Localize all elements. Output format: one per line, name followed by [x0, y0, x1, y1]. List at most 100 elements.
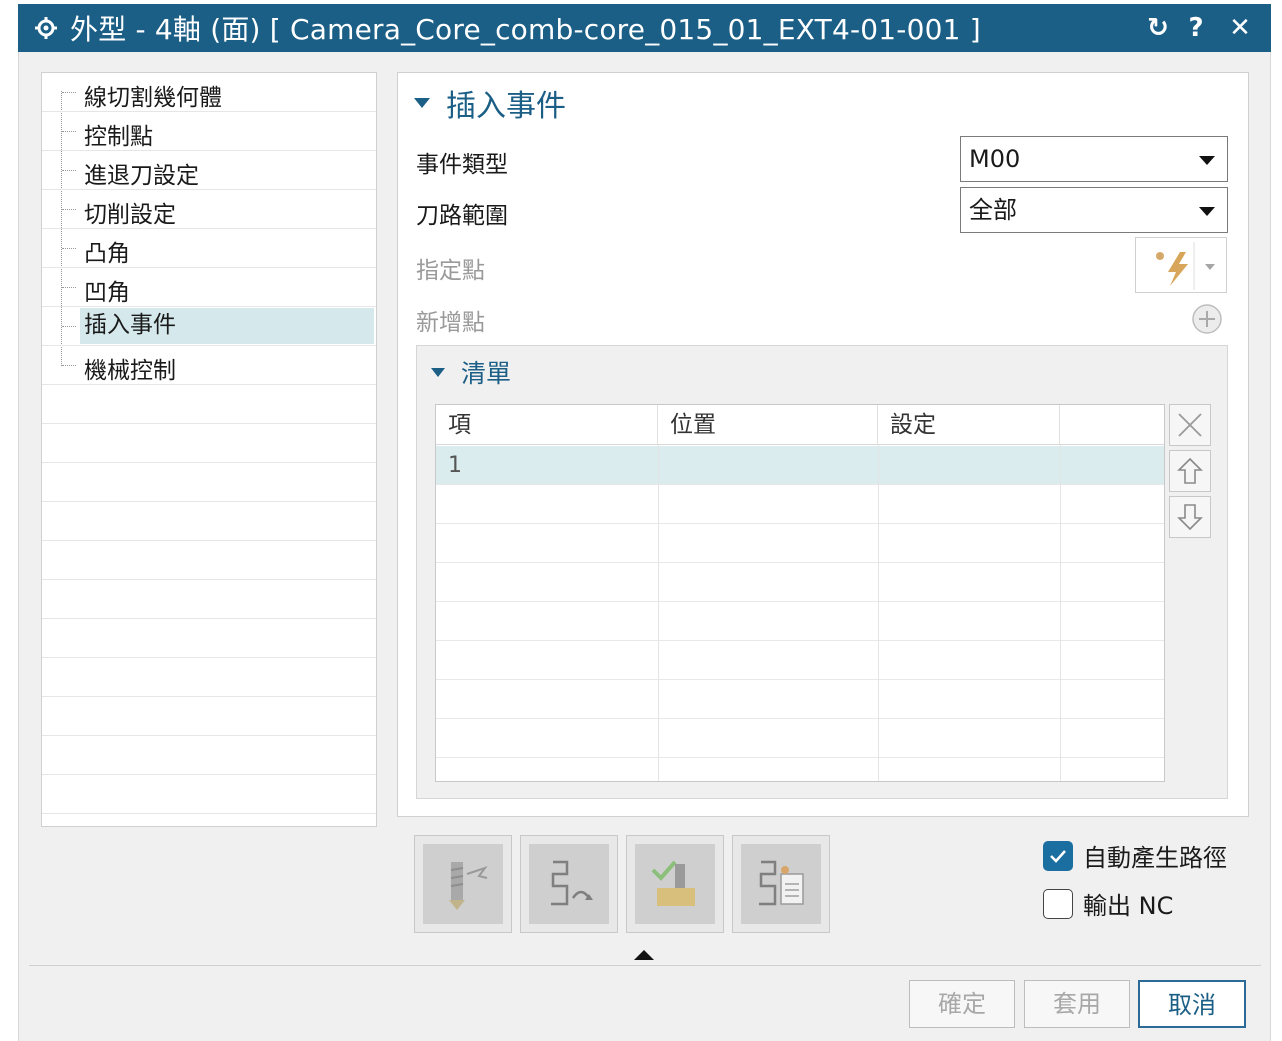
- list-group: 清單 項 位置 設定 1: [416, 345, 1228, 799]
- close-button[interactable]: ✕: [1220, 4, 1260, 52]
- add-point-button[interactable]: [1187, 299, 1227, 339]
- tree-connector: [62, 365, 76, 366]
- title-bar: 外型 - 4軸 (面) [ Camera_Core_comb-core_015_…: [18, 4, 1271, 52]
- insert-event-section-toggle[interactable]: 插入事件: [414, 81, 566, 125]
- tree-item-insert-event[interactable]: 插入事件: [42, 307, 376, 346]
- tree-item-convex-corner[interactable]: 凸角: [42, 229, 376, 268]
- path-range-value: 全部: [969, 196, 1017, 224]
- tree-item-label: 控制點: [84, 124, 153, 150]
- column-header-position[interactable]: 位置: [658, 405, 878, 445]
- output-nc-checkbox[interactable]: 輸出 NC: [1043, 886, 1173, 921]
- column-header-item[interactable]: 項: [436, 405, 658, 445]
- tree-item-label: 插入事件: [80, 308, 374, 344]
- tree-connector: [62, 209, 76, 210]
- event-type-select[interactable]: M00: [960, 136, 1228, 182]
- table-empty-row: [436, 563, 1164, 602]
- tree-connector: [62, 326, 76, 327]
- footer-divider: [29, 965, 1261, 966]
- table-empty-row: [436, 680, 1164, 719]
- plus-circle-icon: [1192, 304, 1222, 334]
- tree-item-label: 凸角: [84, 241, 130, 267]
- tree-empty-row: [42, 658, 376, 697]
- arrow-up-icon: [1177, 457, 1203, 484]
- help-button[interactable]: ?: [1176, 4, 1216, 52]
- tree-connector: [62, 248, 76, 249]
- insert-event-heading: 插入事件: [446, 89, 566, 124]
- tree-empty-row: [42, 541, 376, 580]
- expand-arrow-icon[interactable]: [634, 949, 654, 961]
- post-process-document-icon: [759, 860, 804, 906]
- table-empty-row: [436, 758, 1164, 781]
- navigation-tree: 線切割幾何體 控制點 進退刀設定 切削設定 凸角 凹角 插入事件 機械控制: [41, 72, 377, 827]
- move-up-button[interactable]: [1169, 450, 1211, 492]
- apply-button[interactable]: 套用: [1024, 980, 1130, 1028]
- column-divider: [878, 445, 879, 781]
- column-header-extra: [1060, 405, 1164, 445]
- tree-empty-row: [42, 424, 376, 463]
- cancel-button[interactable]: 取消: [1138, 980, 1246, 1028]
- post-process-button[interactable]: [732, 835, 830, 933]
- window-title: 外型 - 4軸 (面) [ Camera_Core_comb-core_015_…: [70, 13, 981, 46]
- tree-item-label: 機械控制: [84, 358, 176, 384]
- tree-item-label: 進退刀設定: [84, 163, 199, 189]
- reset-icon: ↻: [1147, 13, 1169, 43]
- tree-item-label: 切削設定: [84, 202, 176, 228]
- column-header-settings[interactable]: 設定: [878, 405, 1060, 445]
- table-empty-row: [436, 485, 1164, 524]
- add-point-label: 新增點: [416, 310, 485, 336]
- tree-empty-row: [42, 697, 376, 736]
- generate-toolpath-button[interactable]: [414, 835, 512, 933]
- list-heading: 清單: [461, 359, 512, 388]
- tree-item-wire-cut-geometry[interactable]: 線切割幾何體: [42, 73, 376, 112]
- verify-button[interactable]: [626, 835, 724, 933]
- table-empty-row: [436, 602, 1164, 641]
- point-dialog-button[interactable]: [1135, 237, 1227, 293]
- delete-row-button[interactable]: [1169, 404, 1211, 446]
- event-list-table[interactable]: 項 位置 設定 1: [435, 404, 1165, 782]
- column-divider: [658, 445, 659, 781]
- replay-path-icon: [551, 860, 593, 906]
- table-row[interactable]: 1: [436, 446, 1164, 485]
- point-lightning-icon: [1156, 242, 1215, 290]
- event-type-label: 事件類型: [416, 152, 508, 178]
- tree-connector: [62, 92, 76, 93]
- list-section-toggle[interactable]: 清單: [431, 354, 511, 390]
- dropdown-caret-icon: [1199, 207, 1215, 216]
- tree-item-control-points[interactable]: 控制點: [42, 112, 376, 151]
- ok-button[interactable]: 確定: [909, 980, 1015, 1028]
- gear-icon: [35, 17, 57, 39]
- tree-empty-row: [42, 736, 376, 775]
- replay-button[interactable]: [520, 835, 618, 933]
- specify-point-label: 指定點: [416, 258, 485, 284]
- tree-empty-row: [42, 580, 376, 619]
- verify-check-icon: [651, 860, 695, 906]
- tree-empty-row: [42, 502, 376, 541]
- checkbox-checked-icon: [1043, 840, 1073, 871]
- path-range-select[interactable]: 全部: [960, 187, 1228, 233]
- checkbox-unchecked-icon: [1043, 888, 1073, 919]
- tree-connector: [62, 170, 76, 171]
- reset-button[interactable]: ↻: [1138, 4, 1178, 52]
- help-icon: ?: [1188, 13, 1204, 43]
- delete-x-icon: [1178, 413, 1202, 437]
- tree-empty-row: [42, 619, 376, 658]
- table-empty-row: [436, 641, 1164, 680]
- tree-item-machine-control[interactable]: 機械控制: [42, 346, 376, 385]
- tree-item-lead-in-out[interactable]: 進退刀設定: [42, 151, 376, 190]
- tree-empty-row: [42, 463, 376, 502]
- move-down-button[interactable]: [1169, 496, 1211, 538]
- tree-item-concave-corner[interactable]: 凹角: [42, 268, 376, 307]
- generate-toolpath-icon: [449, 862, 488, 910]
- auto-generate-path-label: 自動產生路徑: [1083, 844, 1227, 872]
- collapse-triangle-icon: [431, 367, 445, 377]
- table-cell-item: 1: [448, 453, 462, 478]
- tree-item-cutting-settings[interactable]: 切削設定: [42, 190, 376, 229]
- tree-empty-row: [42, 775, 376, 814]
- tree-connector: [62, 287, 76, 288]
- auto-generate-path-checkbox[interactable]: 自動產生路徑: [1043, 838, 1227, 873]
- tree-empty-row: [42, 385, 376, 424]
- insert-event-panel: 插入事件 事件類型 M00 刀路範圍 全部 指定點 新增點 清單 項 位置 設定…: [397, 72, 1249, 817]
- event-type-value: M00: [969, 145, 1021, 173]
- arrow-down-icon: [1177, 504, 1203, 531]
- tree-connector: [62, 131, 76, 132]
